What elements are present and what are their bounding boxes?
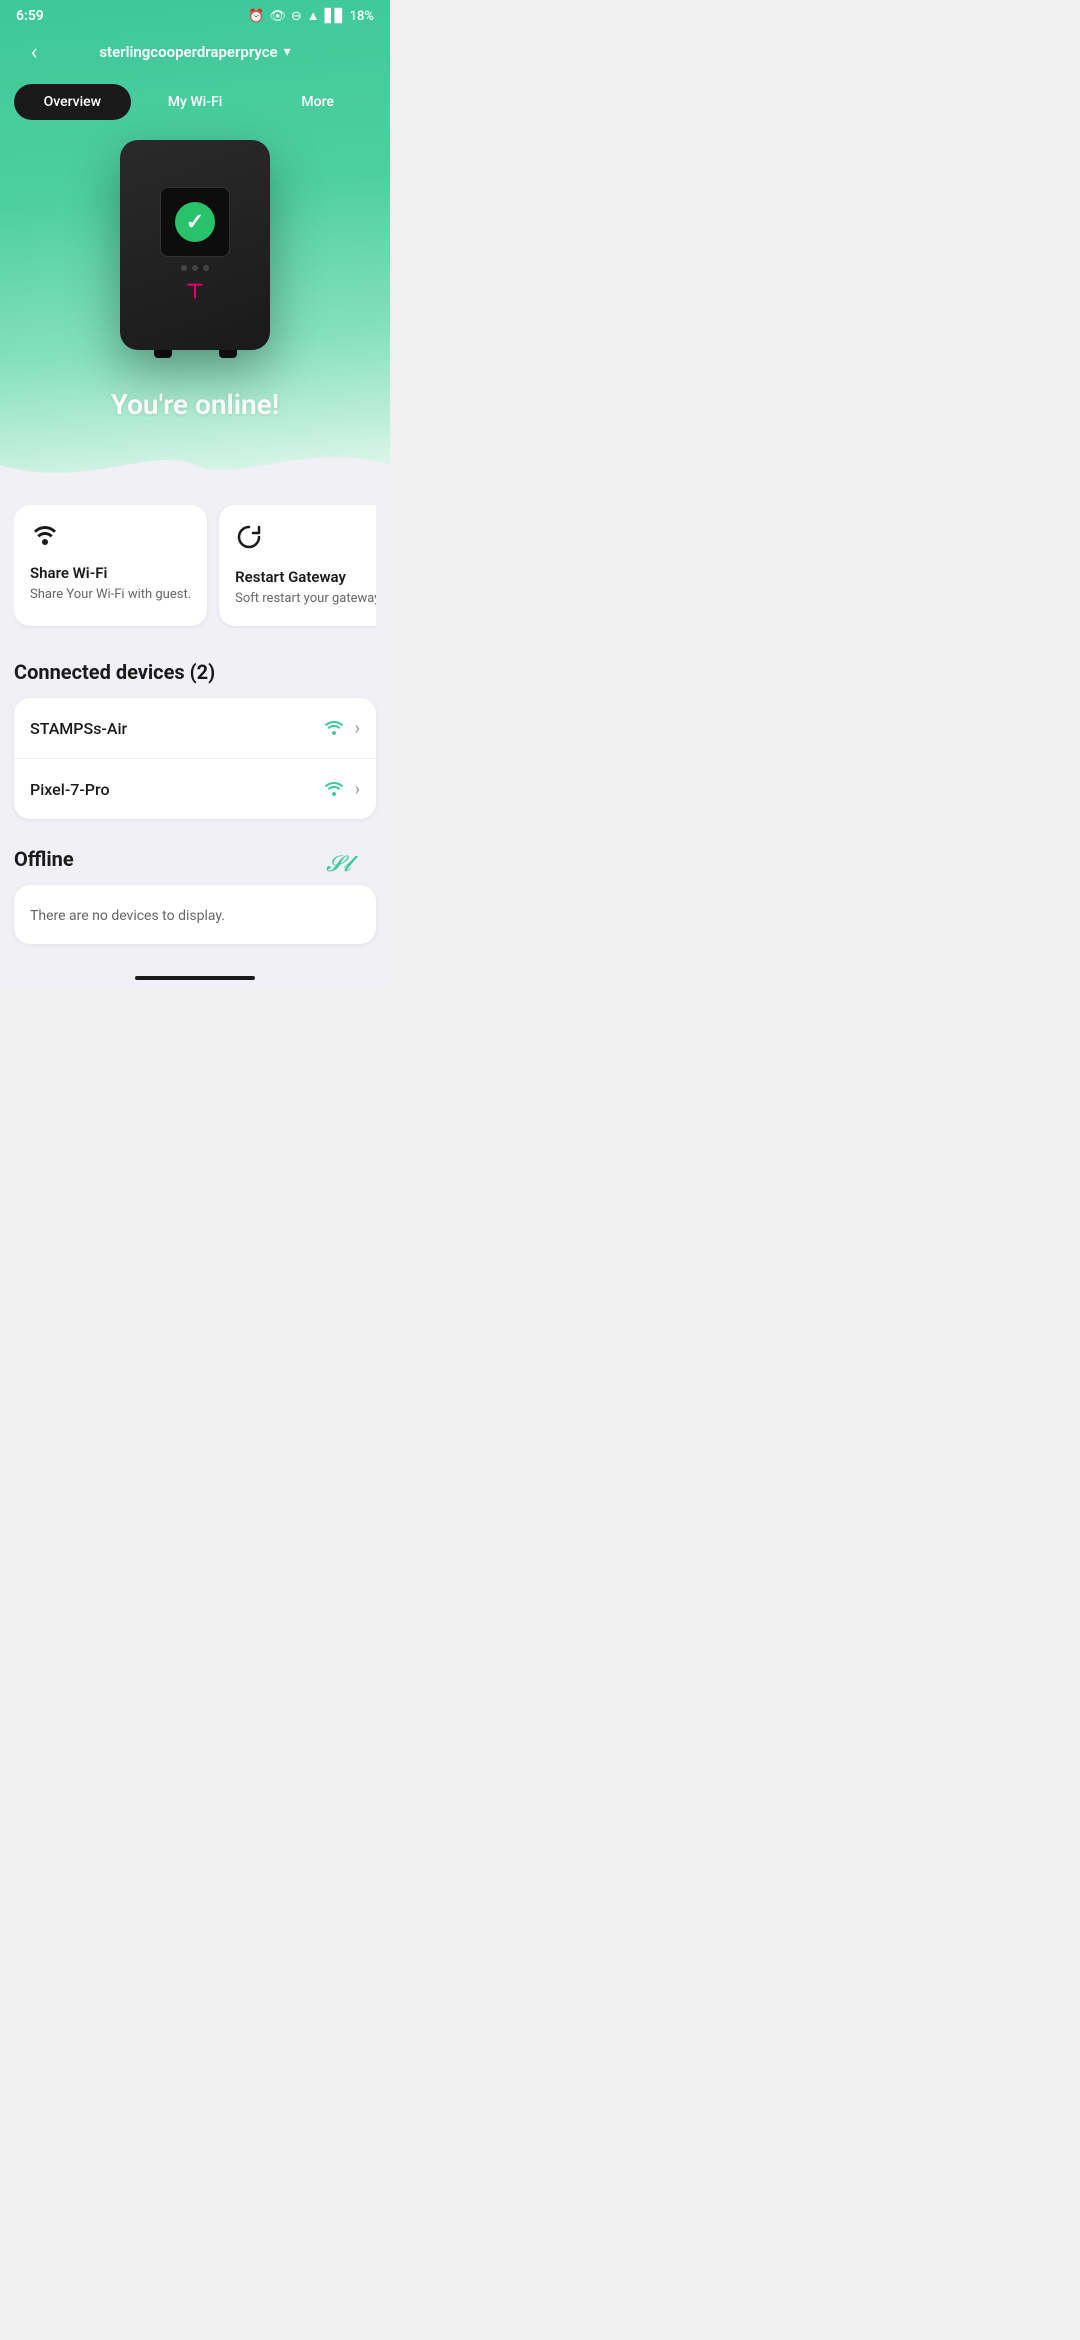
router-nav-dots xyxy=(181,265,209,271)
network-name: sterlingcooperdraperpryce xyxy=(99,43,277,61)
bottom-indicator xyxy=(0,964,390,988)
tab-overview[interactable]: Overview xyxy=(14,84,131,120)
router-dot-1 xyxy=(181,265,187,271)
status-time: 6:59 xyxy=(16,8,44,24)
wifi-connected-icon-pixel xyxy=(323,777,345,801)
restart-gateway-card[interactable]: Restart Gateway Soft restart your gatewa… xyxy=(219,505,376,626)
online-check-icon: ✓ xyxy=(175,202,215,242)
status-icons: ⏰ 👁 ⊖ ▲ ▋▊ 18% xyxy=(248,8,374,24)
device-name-pixel: Pixel-7-Pro xyxy=(30,780,110,799)
restart-desc: Soft restart your gateway. xyxy=(235,590,376,608)
device-row-pixel[interactable]: Pixel-7-Pro › xyxy=(14,759,376,819)
device-right-pixel: › xyxy=(323,777,360,801)
content-area: Share Wi-Fi Share Your Wi-Fi with guest.… xyxy=(0,485,390,964)
battery-status: 18% xyxy=(350,9,374,24)
mute-icon: ⊖ xyxy=(291,9,302,24)
back-icon: ‹ xyxy=(31,40,38,65)
router-foot-left xyxy=(154,350,172,358)
wifi-connected-icon-stamps xyxy=(323,716,345,740)
device-row-stamps[interactable]: STAMPSs-Air › xyxy=(14,698,376,759)
share-wifi-card[interactable]: Share Wi-Fi Share Your Wi-Fi with guest. xyxy=(14,505,207,626)
offline-section: Offline 𝓢𝓵 There are no devices to displ… xyxy=(14,847,376,944)
router-image-container: ✓ ⊤ xyxy=(0,130,390,370)
restart-icon xyxy=(235,523,376,558)
back-button[interactable]: ‹ xyxy=(16,34,52,70)
wifi-status-icon: ▲ xyxy=(307,8,320,24)
app-header: ‹ sterlingcooperdraperpryce ▾ xyxy=(0,28,390,80)
home-indicator xyxy=(135,976,255,980)
share-wifi-title: Share Wi-Fi xyxy=(30,564,191,582)
signal-icon: ▋▊ xyxy=(325,9,345,24)
tab-mywifi[interactable]: My Wi-Fi xyxy=(137,84,254,120)
device-name-stamps: STAMPSs-Air xyxy=(30,719,127,738)
router-image: ✓ ⊤ xyxy=(105,140,285,370)
connected-devices-card: STAMPSs-Air › Pixel-7-Pro xyxy=(14,698,376,819)
connected-devices-title: Connected devices (2) xyxy=(14,660,376,684)
restart-title: Restart Gateway xyxy=(235,568,376,586)
wave-separator xyxy=(0,435,390,485)
offline-title: Offline xyxy=(14,847,376,871)
quick-actions-row: Share Wi-Fi Share Your Wi-Fi with guest.… xyxy=(14,505,376,632)
tmobile-logo: ⊤ xyxy=(186,279,203,303)
chevron-right-pixel: › xyxy=(355,779,360,800)
offline-card: There are no devices to display. xyxy=(14,885,376,944)
status-bar: 6:59 ⏰ 👁 ⊖ ▲ ▋▊ 18% xyxy=(0,0,390,28)
router-dot-2 xyxy=(192,265,198,271)
tab-more[interactable]: More xyxy=(259,84,376,120)
router-feet xyxy=(130,350,260,358)
router-body: ✓ ⊤ xyxy=(120,140,270,350)
router-dot-3 xyxy=(203,265,209,271)
header-title-row[interactable]: sterlingcooperdraperpryce ▾ xyxy=(99,43,290,61)
sl-logo: 𝓢𝓵 xyxy=(326,847,376,883)
online-status-text: You're online! xyxy=(0,370,390,445)
share-wifi-icon xyxy=(30,523,191,554)
router-foot-right xyxy=(219,350,237,358)
eye-icon: 👁 xyxy=(269,9,286,24)
chevron-down-icon: ▾ xyxy=(284,44,291,60)
chevron-right-stamps: › xyxy=(355,718,360,739)
svg-text:𝓢𝓵: 𝓢𝓵 xyxy=(326,851,359,876)
router-screen: ✓ xyxy=(160,187,230,257)
tab-bar: Overview My Wi-Fi More xyxy=(14,84,376,120)
share-wifi-desc: Share Your Wi-Fi with guest. xyxy=(30,586,191,604)
alarm-icon: ⏰ xyxy=(248,9,264,24)
device-right-stamps: › xyxy=(323,716,360,740)
offline-empty-text: There are no devices to display. xyxy=(30,908,225,924)
